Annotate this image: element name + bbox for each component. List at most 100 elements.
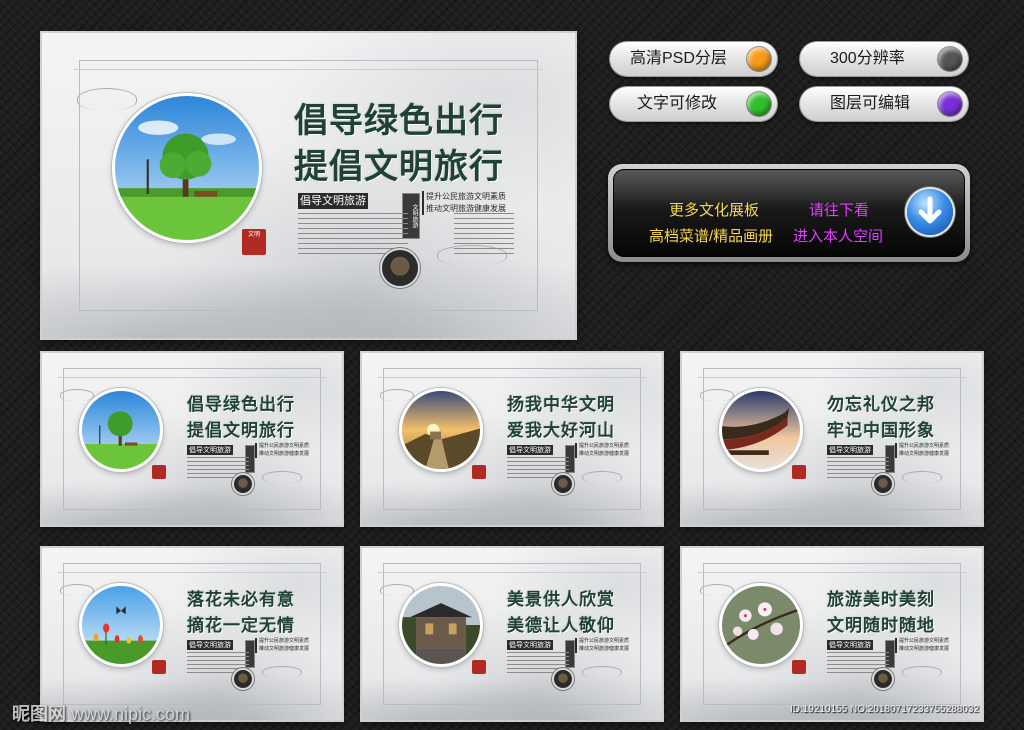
board-preview-1[interactable]: 倡导绿色出行 提倡文明旅行 倡导文明旅游 提升公民旅游文明素质 推动文明旅游健康…: [42, 353, 342, 525]
photo-circle: [719, 583, 803, 667]
cloud-ornament-icon: [902, 666, 942, 678]
hero-subtitle: 倡导文明旅游: [298, 193, 368, 209]
board-subtitle: 倡导文明旅游: [187, 640, 233, 650]
red-seal-stamp-icon: [152, 660, 166, 674]
board-slogans: 提升公民旅游文明素质 推动文明旅游健康发展: [575, 638, 629, 653]
board-title-line-1: 落花未必有意: [187, 590, 295, 610]
down-arrow-icon[interactable]: [907, 189, 953, 235]
bronze-ding-icon: [872, 668, 894, 690]
slogan-line-2: 推动文明旅游健康发展: [255, 645, 309, 653]
board-preview-5[interactable]: 美景供人欣赏 美德让人敬仰 倡导文明旅游 提升公民旅游文明素质 推动文明旅游健康…: [362, 548, 662, 720]
red-seal-stamp-icon: [472, 660, 486, 674]
slogan-line-1: 提升公民旅游文明素质: [575, 638, 629, 646]
board-title-line-1: 美景供人欣赏: [507, 590, 615, 610]
bronze-ding-icon: [232, 668, 254, 690]
board-slogans: 提升公民旅游文明素质 推动文明旅游健康发展: [575, 443, 629, 458]
pill-label: 300分辨率: [830, 50, 905, 67]
red-seal-stamp-icon: [792, 660, 806, 674]
more-designs-banner[interactable]: 更多文化展板 高档菜谱/精品画册 请往下看 进入本人空间: [608, 164, 970, 262]
cloud-ornament-icon: [380, 389, 414, 401]
board-title-line-1: 倡导绿色出行: [187, 395, 295, 415]
banner-line-2-right: 进入本人空间: [793, 228, 884, 245]
cloud-ornament-icon: [902, 471, 942, 483]
pill-label: 图层可编辑: [830, 95, 911, 112]
slogan-line-1: 提升公民旅游文明素质: [895, 443, 949, 451]
photo-circle: [399, 388, 483, 472]
banner-inner: 更多文化展板 高档菜谱/精品画册 请往下看 进入本人空间: [613, 169, 965, 257]
board-preview-2[interactable]: 扬我中华文明 爱我大好河山 倡导文明旅游 提升公民旅游文明素质 推动文明旅游健康…: [362, 353, 662, 525]
orange-dot-icon: [747, 47, 771, 71]
bronze-ding-icon: [380, 248, 420, 288]
feature-pill-resolution[interactable]: 300分辨率: [800, 42, 968, 76]
cloud-ornament-icon: [700, 584, 734, 596]
slogan-line-2: 推动文明旅游健康发展: [575, 450, 629, 458]
purple-dot-icon: [938, 92, 962, 116]
green-dot-icon: [747, 92, 771, 116]
board-title-line-2: 爱我大好河山: [507, 421, 615, 441]
board-subtitle: 倡导文明旅游: [187, 445, 233, 455]
cloud-ornament-icon: [380, 584, 414, 596]
board-preview-4[interactable]: 落花未必有意 摘花一定无情 倡导文明旅游 提升公民旅游文明素质 推动文明旅游健康…: [42, 548, 342, 720]
tree-icon: [115, 96, 259, 240]
board-subtitle: 倡导文明旅游: [827, 445, 873, 455]
image-id-text: ID:19210155 NO:20180717233755288032: [790, 704, 980, 715]
slogan-line-1: 提升公民旅游文明素质: [575, 443, 629, 451]
tulip-butterfly-icon: [82, 586, 160, 664]
board-title-line-1: 扬我中华文明: [507, 395, 615, 415]
bronze-ding-icon: [552, 668, 574, 690]
gray-dot-icon: [938, 47, 962, 71]
board-slogans: 提升公民旅游文明素质 推动文明旅游健康发展: [255, 443, 309, 458]
slogan-line-1: 提升公民旅游文明素质: [255, 443, 309, 451]
bronze-ding-icon: [872, 473, 894, 495]
board-subtitle: 倡导文明旅游: [507, 445, 553, 455]
board-subtitle: 倡导文明旅游: [507, 640, 553, 650]
plum-blossom-icon: [722, 586, 800, 664]
slogan-line-2: 推动文明旅游健康发展: [575, 645, 629, 653]
ancient-town-icon: [402, 586, 480, 664]
feature-pill-psd-layers[interactable]: 高清PSD分层: [610, 42, 777, 76]
board-preview-3[interactable]: 勿忘礼仪之邦 牢记中国形象 倡导文明旅游 提升公民旅游文明素质 推动文明旅游健康…: [682, 353, 982, 525]
feature-pill-editable-layers[interactable]: 图层可编辑: [800, 87, 968, 121]
cloud-ornament-icon: [60, 389, 94, 401]
slogan-line-2: 推动文明旅游健康发展: [255, 450, 309, 458]
board-title-line-2: 提倡文明旅行: [187, 421, 295, 441]
board-subtitle: 倡导文明旅游: [827, 640, 873, 650]
cloud-ornament-icon: [582, 471, 622, 483]
cloud-ornament-icon: [60, 584, 94, 596]
site-watermark: 昵图网 www.nipic.com: [12, 700, 190, 726]
feature-pill-editable-text[interactable]: 文字可修改: [610, 87, 777, 121]
board-preview-6[interactable]: 旅游美时美刻 文明随时随地 倡导文明旅游 提升公民旅游文明素质 推动文明旅游健康…: [682, 548, 982, 720]
red-seal-stamp-icon: [792, 465, 806, 479]
photo-circle: [79, 388, 163, 472]
board-title-line-2: 美德让人敬仰: [507, 616, 615, 636]
watermark-logo: 昵图网: [12, 704, 66, 725]
bronze-ding-icon: [552, 473, 574, 495]
bronze-ding-icon: [232, 473, 254, 495]
board-slogans: 提升公民旅游文明素质 推动文明旅游健康发展: [255, 638, 309, 653]
cloud-ornament-icon: [77, 88, 137, 110]
banner-line-2-left: 高档菜谱/精品画册: [649, 228, 774, 245]
board-title-line-1: 旅游美时美刻: [827, 590, 935, 610]
red-seal-stamp-icon: [472, 465, 486, 479]
hero-body-text-placeholder-2: [454, 213, 514, 257]
banner-line-1-right: 请往下看: [809, 202, 870, 219]
temple-roof-icon: [722, 391, 800, 469]
slogan-line-1: 提升公民旅游文明素质: [255, 638, 309, 646]
cloud-ornament-icon: [582, 666, 622, 678]
board-slogans: 提升公民旅游文明素质 推动文明旅游健康发展: [895, 443, 949, 458]
photo-circle: [399, 583, 483, 667]
hero-board-preview[interactable]: 倡导绿色出行 提倡文明旅行 倡导文明旅游 文明旅游 提升公民旅游文明素质 推动文…: [42, 33, 575, 338]
photo-circle: [719, 388, 803, 472]
slogan-line-1: 提升公民旅游文明素质: [895, 638, 949, 646]
pill-label: 文字可修改: [637, 95, 718, 112]
watermark-url: www.nipic.com: [71, 704, 191, 724]
board-title-line-2: 文明随时随地: [827, 616, 935, 636]
board-title-line-2: 牢记中国形象: [827, 421, 935, 441]
red-seal-stamp-icon: [152, 465, 166, 479]
slogan-line-2: 推动文明旅游健康发展: [895, 645, 949, 653]
hero-slogans: 提升公民旅游文明素质 推动文明旅游健康发展: [422, 191, 506, 215]
slogan-line-2: 推动文明旅游健康发展: [895, 450, 949, 458]
photo-circle: [79, 583, 163, 667]
board-title-line-1: 勿忘礼仪之邦: [827, 395, 935, 415]
board-title-line-2: 摘花一定无情: [187, 616, 295, 636]
